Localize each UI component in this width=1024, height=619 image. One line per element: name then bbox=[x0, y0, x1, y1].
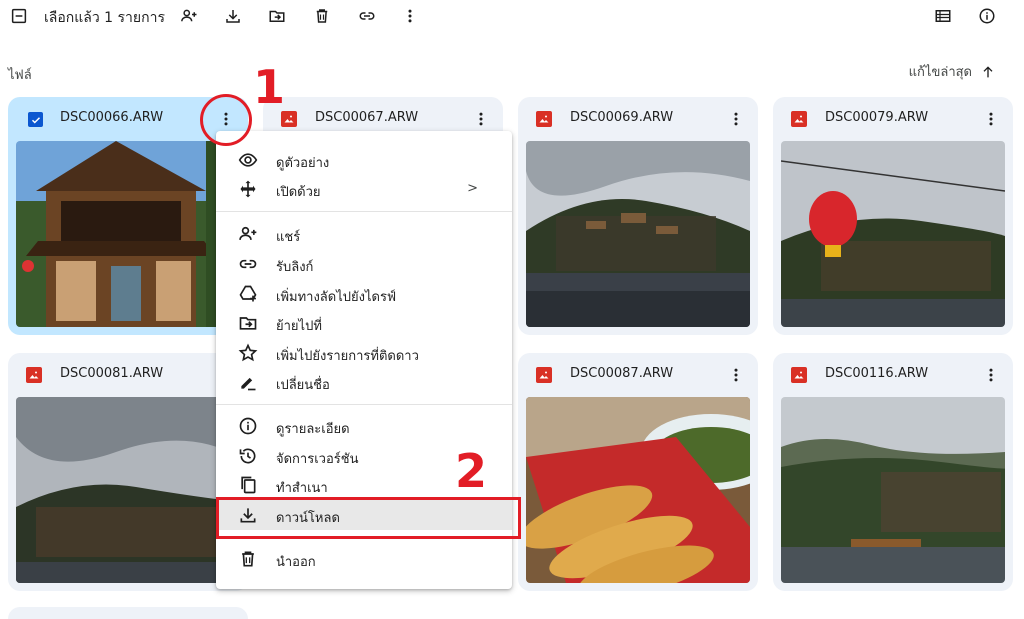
file-card-header: DSC00087.ARW bbox=[518, 353, 758, 397]
checkbox-checked-icon[interactable] bbox=[28, 112, 43, 127]
annotation-step-1: 1 bbox=[253, 60, 286, 114]
file-card[interactable]: DSC00116.ARW bbox=[773, 353, 1013, 591]
more-vert-icon[interactable] bbox=[398, 4, 422, 28]
file-card-header: DSC00079.ARW bbox=[773, 97, 1013, 141]
more-vert-icon[interactable] bbox=[724, 363, 748, 387]
eye-icon bbox=[238, 150, 258, 170]
file-name: DSC00069.ARW bbox=[570, 110, 674, 125]
menu-item-label: เปลี่ยนชื่อ bbox=[276, 378, 330, 393]
menu-item-add-shortcut[interactable]: เพิ่มทางลัดไปยังไดรฟ์ bbox=[216, 279, 512, 309]
image-file-icon bbox=[791, 367, 807, 383]
menu-item-details[interactable]: ดูรายละเอียด bbox=[216, 411, 512, 441]
file-name: DSC00079.ARW bbox=[825, 110, 929, 125]
move-icon bbox=[238, 313, 258, 333]
more-vert-icon[interactable] bbox=[724, 107, 748, 131]
file-card[interactable]: DSC00069.ARW bbox=[518, 97, 758, 335]
link-icon bbox=[238, 254, 258, 274]
image-file-icon bbox=[791, 111, 807, 127]
section-label-files: ไฟล์ bbox=[8, 68, 32, 83]
menu-item-get-link[interactable]: รับลิงก์ bbox=[216, 249, 512, 279]
image-file-icon bbox=[26, 367, 42, 383]
link-icon[interactable] bbox=[355, 4, 379, 28]
annotation-step-2: 2 bbox=[455, 444, 488, 498]
annotation-circle bbox=[200, 94, 252, 146]
selection-count: เลือกแล้ว 1 รายการ bbox=[44, 10, 165, 26]
sort-label: แก้ไขล่าสุด bbox=[908, 65, 972, 80]
menu-item-remove[interactable]: นำออก bbox=[216, 544, 512, 574]
drive-page: เลือกแล้ว 1 รายการ ไฟล์ แก้ไขล่าสุด DSC0… bbox=[0, 0, 1024, 619]
share-person-add-icon[interactable] bbox=[177, 4, 201, 28]
more-vert-icon[interactable] bbox=[979, 107, 1003, 131]
menu-divider bbox=[216, 211, 512, 212]
file-card[interactable] bbox=[8, 607, 248, 619]
file-name: DSC00066.ARW bbox=[60, 110, 164, 125]
menu-item-label: เปิดด้วย bbox=[276, 185, 321, 200]
image-file-icon bbox=[536, 111, 552, 127]
file-card-header: DSC00116.ARW bbox=[773, 353, 1013, 397]
sort-control[interactable]: แก้ไขล่าสุด bbox=[909, 61, 996, 82]
arrow-up-icon bbox=[983, 65, 993, 77]
file-card[interactable]: DSC00079.ARW bbox=[773, 97, 1013, 335]
menu-item-move[interactable]: ย้ายไปที่ bbox=[216, 308, 512, 338]
menu-item-label: รับลิงก์ bbox=[276, 260, 314, 275]
menu-item-label: ย้ายไปที่ bbox=[276, 319, 322, 334]
menu-item-label: จัดการเวอร์ชัน bbox=[276, 452, 359, 467]
menu-item-label: แชร์ bbox=[276, 230, 301, 245]
copy-icon bbox=[238, 475, 258, 495]
menu-item-preview[interactable]: ดูตัวอย่าง bbox=[216, 145, 512, 175]
rename-icon bbox=[238, 372, 258, 392]
menu-item-label: ดูตัวอย่าง bbox=[276, 156, 330, 171]
more-vert-icon[interactable] bbox=[469, 107, 493, 131]
menu-divider bbox=[216, 404, 512, 405]
file-name: DSC00116.ARW bbox=[825, 366, 929, 381]
menu-item-label: เพิ่มทางลัดไปยังไดรฟ์ bbox=[276, 290, 397, 305]
list-view-icon[interactable] bbox=[931, 4, 955, 28]
info-icon[interactable] bbox=[975, 4, 999, 28]
file-thumbnail[interactable] bbox=[781, 397, 1005, 583]
star-icon bbox=[238, 343, 258, 363]
selection-toolbar: เลือกแล้ว 1 รายการ bbox=[0, 0, 1024, 32]
image-file-icon bbox=[536, 367, 552, 383]
menu-item-label: ทำสำเนา bbox=[276, 481, 328, 496]
menu-item-label: เพิ่มไปยังรายการที่ติดดาว bbox=[276, 349, 419, 364]
move-to-folder-icon[interactable] bbox=[265, 4, 289, 28]
file-thumbnail[interactable] bbox=[526, 141, 750, 327]
open-with-icon bbox=[238, 179, 258, 199]
menu-item-share[interactable]: แชร์ bbox=[216, 219, 512, 249]
file-name: DSC00081.ARW bbox=[60, 366, 164, 381]
menu-item-label: ดูรายละเอียด bbox=[276, 422, 350, 437]
add-to-drive-icon bbox=[238, 284, 258, 304]
menu-item-rename[interactable]: เปลี่ยนชื่อ bbox=[216, 367, 512, 397]
menu-item-open-with[interactable]: เปิดด้วย > bbox=[216, 174, 512, 204]
history-icon bbox=[238, 446, 258, 466]
info-icon bbox=[238, 416, 258, 436]
file-thumbnail[interactable] bbox=[16, 397, 240, 583]
file-thumbnail[interactable] bbox=[781, 141, 1005, 327]
deselect-icon[interactable] bbox=[7, 4, 31, 28]
file-thumbnail[interactable] bbox=[526, 397, 750, 583]
trash-icon bbox=[238, 549, 258, 569]
file-name: DSC00087.ARW bbox=[570, 366, 674, 381]
file-card[interactable]: DSC00087.ARW bbox=[518, 353, 758, 591]
person-add-icon bbox=[238, 224, 258, 244]
menu-item-label: นำออก bbox=[276, 555, 316, 570]
file-thumbnail[interactable] bbox=[16, 141, 240, 327]
file-name: DSC00067.ARW bbox=[315, 110, 419, 125]
chevron-right-icon: > bbox=[467, 181, 478, 196]
annotation-highlight-box bbox=[216, 497, 521, 539]
more-vert-icon[interactable] bbox=[979, 363, 1003, 387]
file-card-header: DSC00081.ARW bbox=[8, 353, 248, 397]
trash-icon[interactable] bbox=[310, 4, 334, 28]
file-card-header: DSC00069.ARW bbox=[518, 97, 758, 141]
menu-item-star[interactable]: เพิ่มไปยังรายการที่ติดดาว bbox=[216, 338, 512, 368]
file-card[interactable]: DSC00081.ARW bbox=[8, 353, 248, 591]
download-icon[interactable] bbox=[221, 4, 245, 28]
